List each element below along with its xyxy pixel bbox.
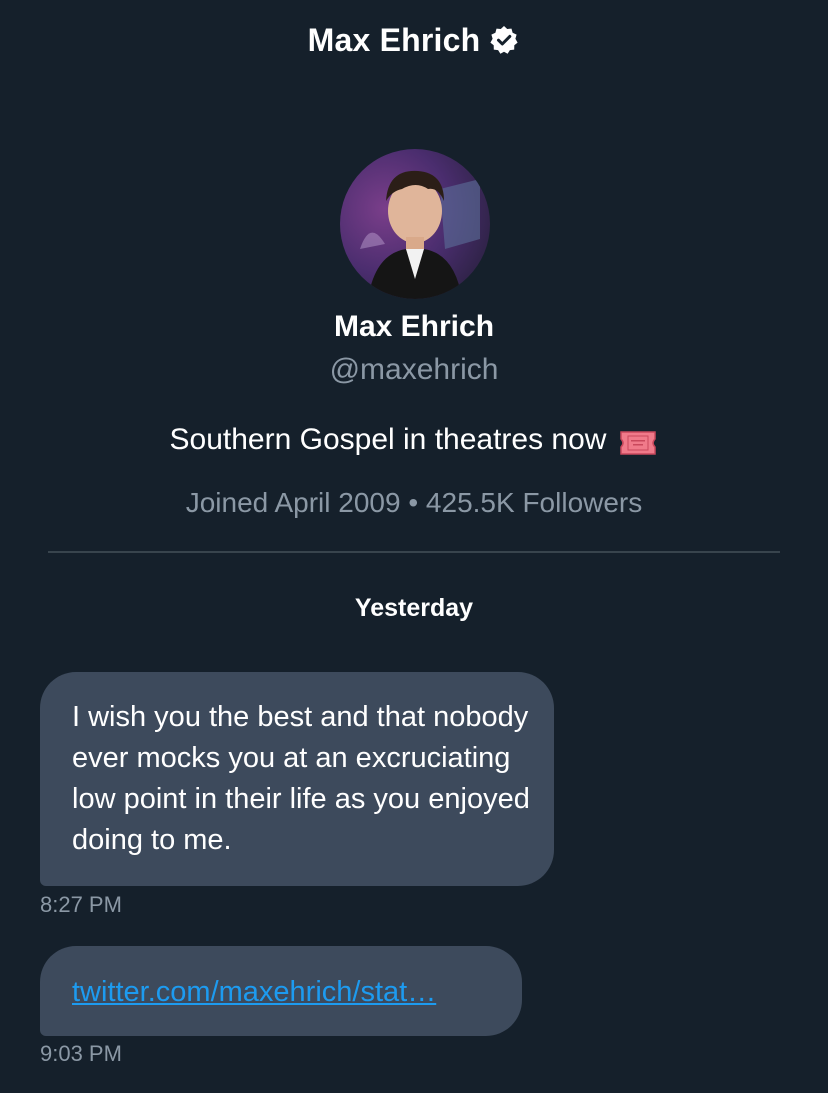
joined-date: Joined April 2009 — [185, 487, 401, 518]
profile-meta: Joined April 2009 • 425.5K Followers — [0, 481, 828, 525]
message-timestamp: 9:03 PM — [40, 1041, 122, 1066]
tweet-link[interactable]: twitter.com/maxehrich/stat… — [72, 970, 436, 1014]
day-label: Yesterday — [354, 594, 474, 622]
profile-bio: Southern Gospel in theatres now — [0, 418, 828, 462]
profile-avatar[interactable] — [340, 149, 490, 299]
message-text: I wish you the best and that nobody ever… — [72, 701, 530, 856]
message-bubble[interactable]: I wish you the best and that nobody ever… — [40, 672, 554, 886]
message-bubble-link[interactable]: twitter.com/maxehrich/stat… — [40, 946, 522, 1036]
divider — [48, 551, 780, 553]
followers-count[interactable]: 425.5K Followers — [426, 487, 642, 518]
conversation-header: Max Ehrich — [0, 18, 828, 62]
ticket-icon — [618, 426, 658, 455]
header-title: Max Ehrich — [307, 21, 481, 58]
verified-badge-icon — [488, 24, 520, 56]
bio-text: Southern Gospel in theatres now — [169, 423, 607, 456]
message-timestamp: 8:27 PM — [40, 892, 122, 917]
meta-separator: • — [408, 487, 419, 518]
profile-name: Max Ehrich — [333, 310, 495, 343]
profile-handle: @maxehrich — [329, 353, 499, 386]
